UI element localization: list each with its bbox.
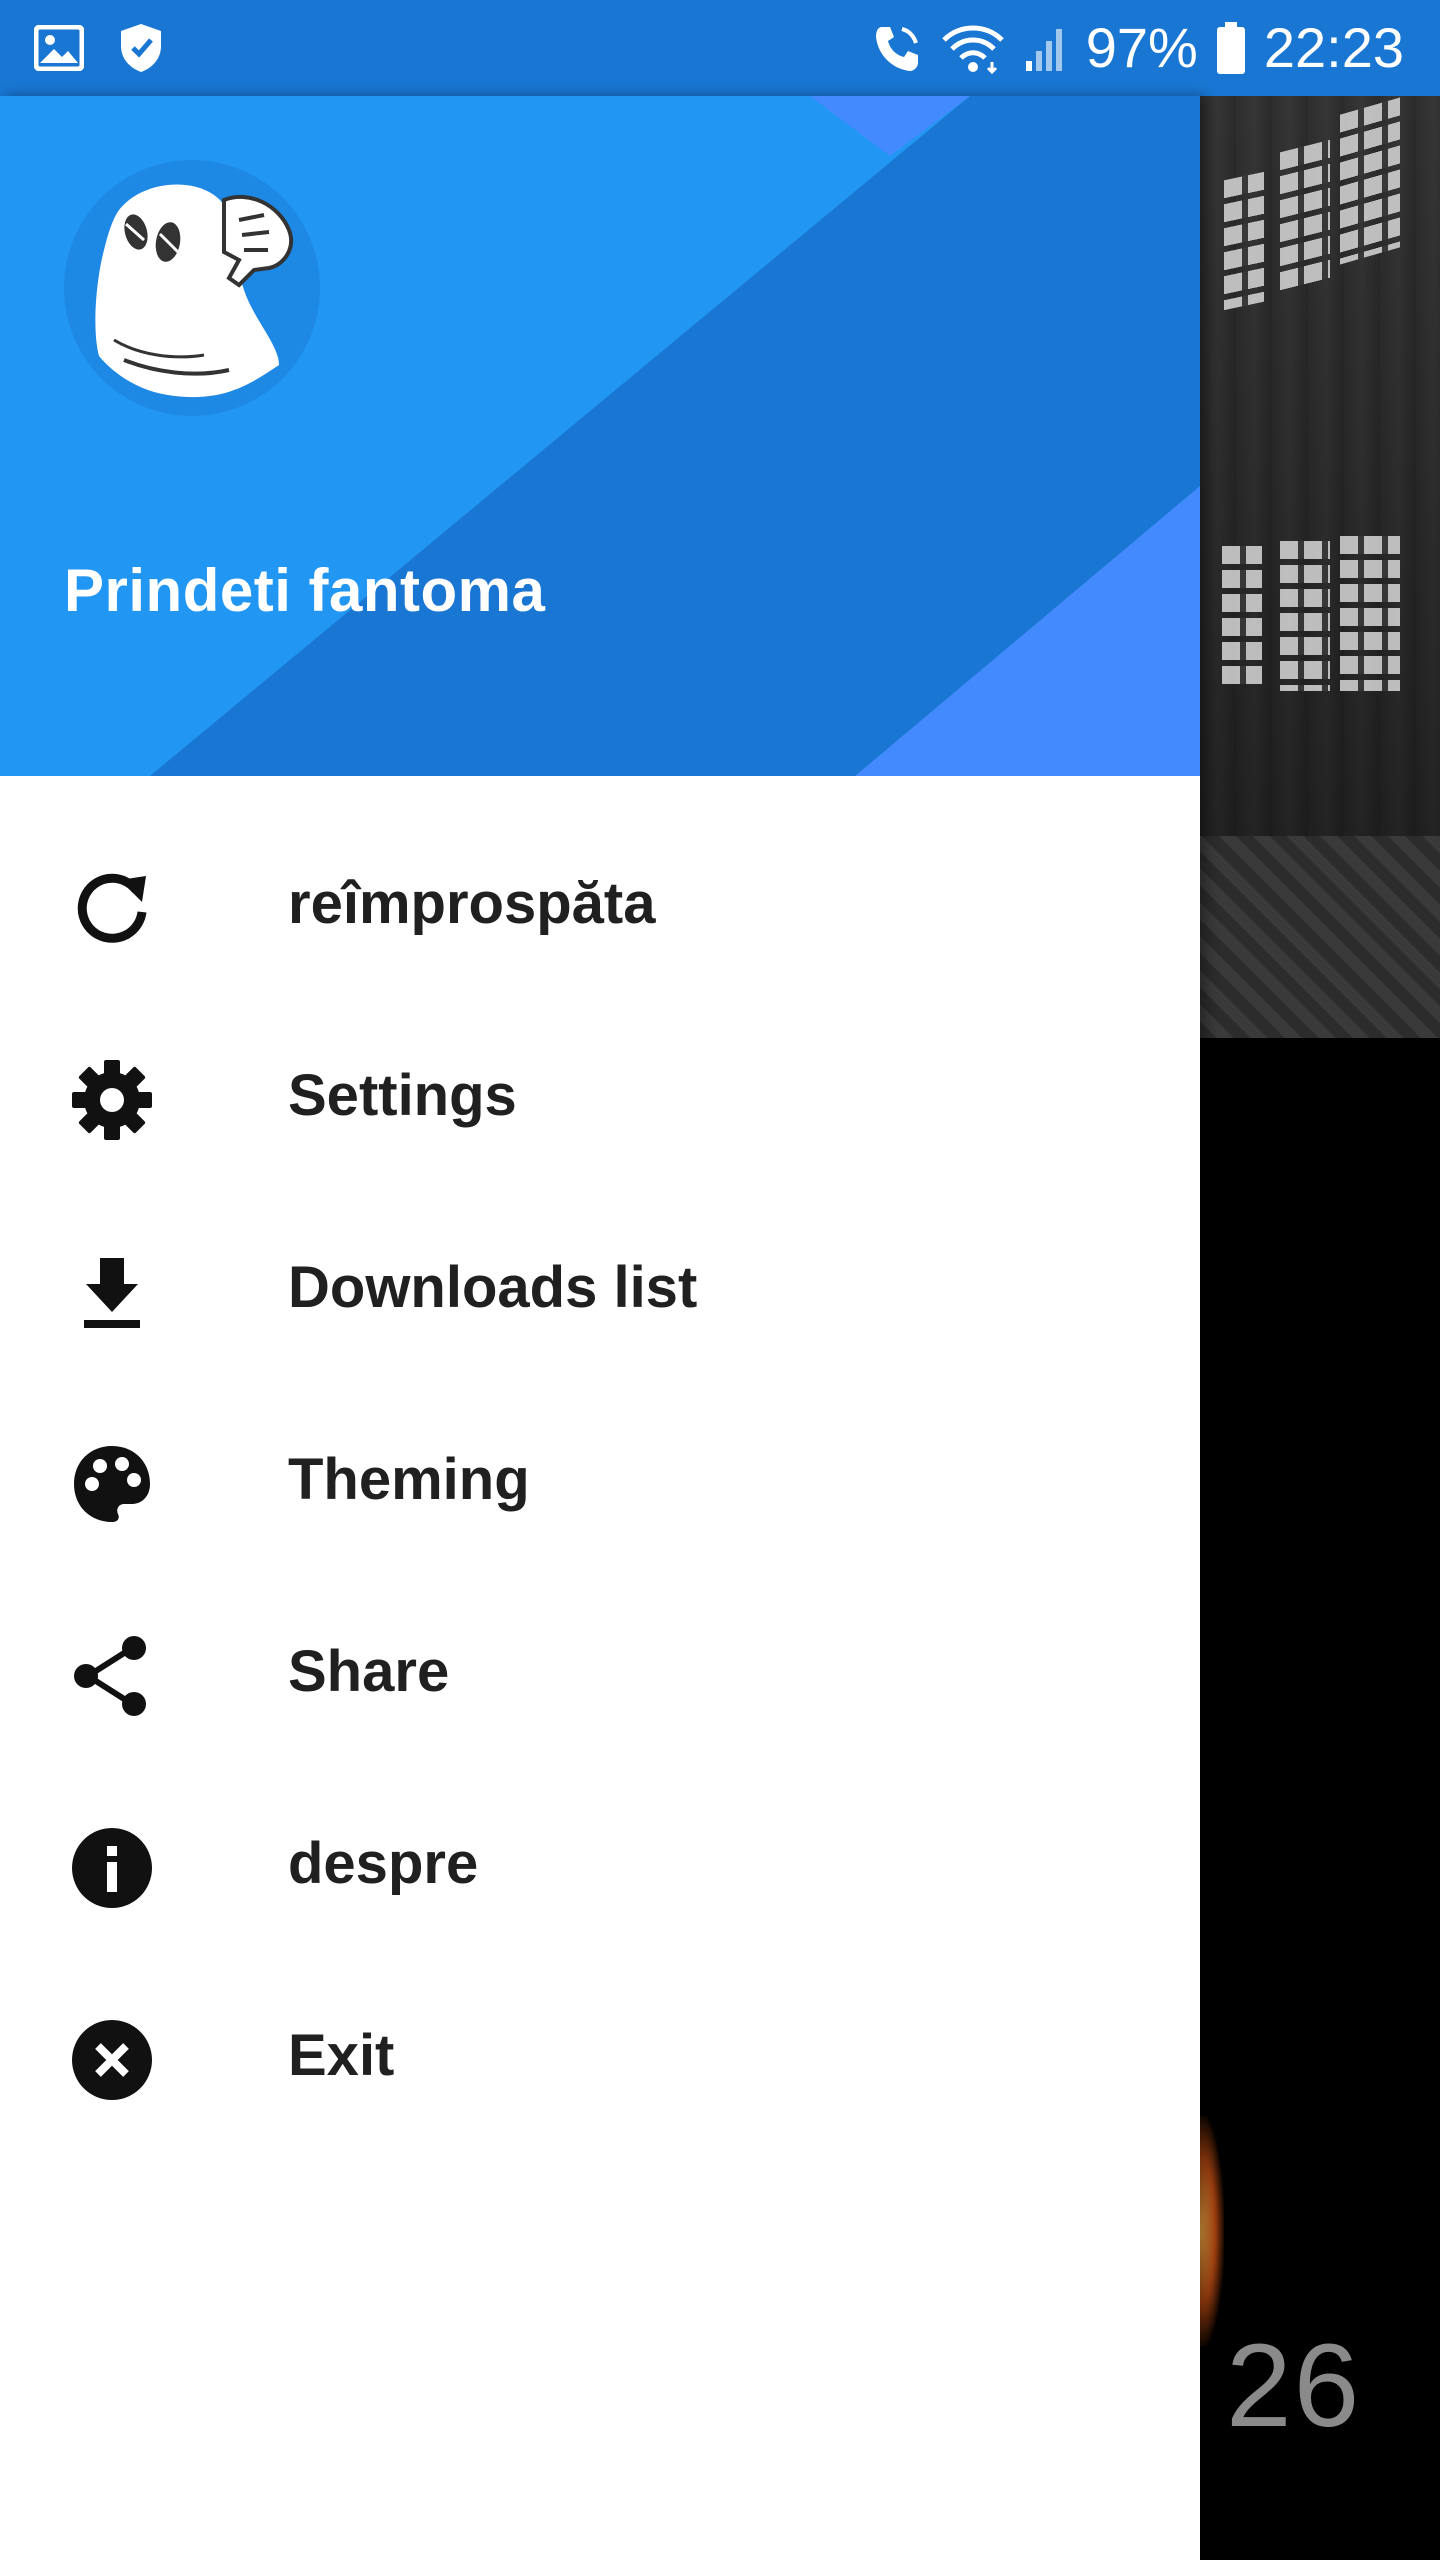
menu-item-label: Downloads list <box>288 1255 698 1320</box>
drawer-menu: reîmprospăta Settings Downloads list The… <box>0 808 1200 2152</box>
palette-icon <box>70 1442 154 1526</box>
navigation-drawer: Prindeti fantoma reîmprospăta Settings D… <box>0 96 1200 2560</box>
menu-item-refresh[interactable]: reîmprospăta <box>0 808 1200 1000</box>
background-content: 26 <box>1200 96 1440 2560</box>
menu-item-about[interactable]: despre <box>0 1768 1200 1960</box>
menu-item-label: Settings <box>288 1063 517 1128</box>
menu-item-label: despre <box>288 1831 479 1896</box>
battery-icon <box>1216 22 1245 74</box>
menu-item-exit[interactable]: Exit <box>0 1960 1200 2152</box>
clock: 22:23 <box>1263 16 1404 79</box>
ghost-icon <box>64 160 320 416</box>
gallery-icon <box>34 25 84 71</box>
wifi-calling-icon <box>875 27 918 71</box>
menu-item-share[interactable]: Share <box>0 1576 1200 1768</box>
app-avatar <box>64 160 320 416</box>
background-image <box>1200 96 1440 1038</box>
shield-icon <box>121 24 161 72</box>
download-icon <box>70 1250 154 1334</box>
signal-icon <box>1025 29 1062 71</box>
flame-decoration <box>1200 2116 1224 2346</box>
menu-item-settings[interactable]: Settings <box>0 1000 1200 1192</box>
status-bar: 97% 22:23 <box>0 0 1440 96</box>
gear-icon <box>70 1058 154 1142</box>
share-icon <box>70 1634 154 1718</box>
menu-item-label: Share <box>288 1639 450 1704</box>
menu-item-downloads[interactable]: Downloads list <box>0 1192 1200 1384</box>
refresh-icon <box>70 866 154 950</box>
menu-item-label: Theming <box>288 1447 530 1512</box>
info-icon <box>70 1826 154 1910</box>
menu-item-theming[interactable]: Theming <box>0 1384 1200 1576</box>
menu-item-label: Exit <box>288 2023 395 2088</box>
drawer-title: Prindeti fantoma <box>64 557 546 624</box>
battery-percent: 97% <box>1085 16 1198 79</box>
menu-item-label: reîmprospăta <box>288 871 656 936</box>
drawer-header: Prindeti fantoma <box>0 96 1200 776</box>
wifi-icon <box>941 25 1004 74</box>
close-circle-icon <box>70 2018 154 2102</box>
background-number: 26 <box>1226 2320 1362 2452</box>
